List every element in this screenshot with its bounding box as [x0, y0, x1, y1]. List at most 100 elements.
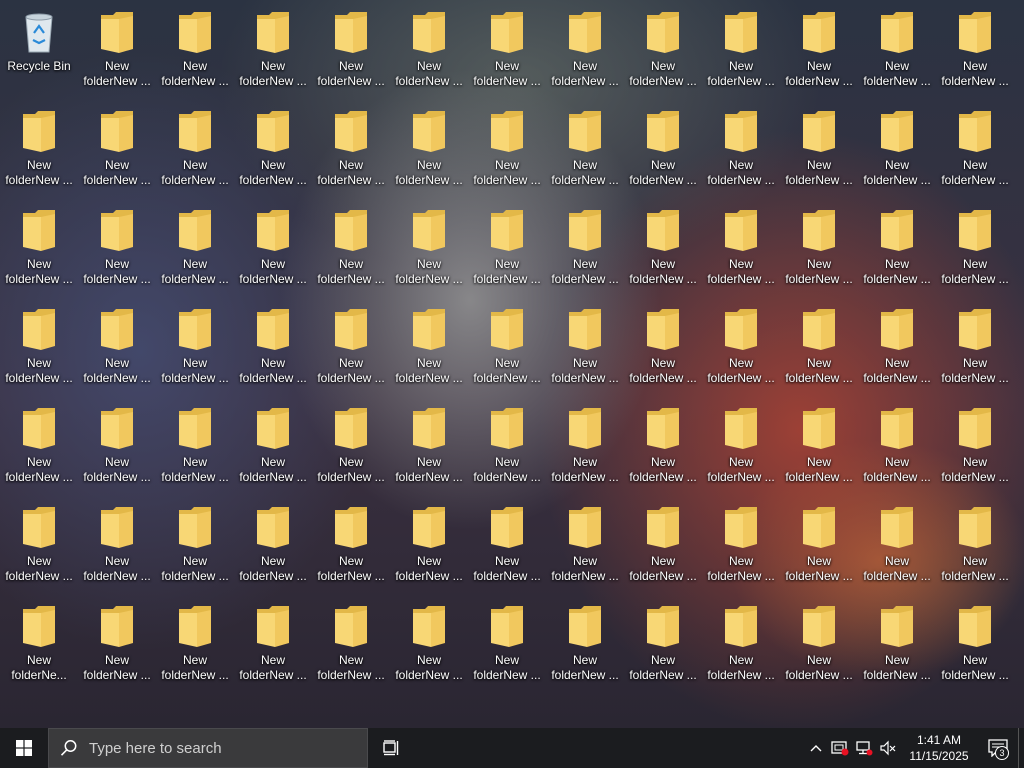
desktop-folder-icon[interactable]: New folderNew ... — [547, 498, 623, 594]
desktop-folder-icon[interactable]: New folderNew ... — [391, 498, 467, 594]
desktop-folder-icon[interactable]: New folderNew ... — [313, 597, 389, 693]
desktop-folder-icon[interactable]: New folderNew ... — [547, 399, 623, 495]
desktop-folder-icon[interactable]: New folderNew ... — [781, 102, 857, 198]
desktop-folder-icon[interactable]: New folderNew ... — [937, 300, 1013, 396]
desktop-folder-icon[interactable]: New folderNew ... — [859, 399, 935, 495]
desktop-folder-icon[interactable]: New folderNew ... — [157, 300, 233, 396]
tray-volume-button[interactable] — [876, 728, 900, 768]
desktop-folder-icon[interactable]: New folderNew ... — [625, 102, 701, 198]
desktop-folder-icon[interactable]: New folderNew ... — [313, 102, 389, 198]
desktop-folder-icon[interactable]: New folderNew ... — [469, 300, 545, 396]
desktop-folder-icon[interactable]: New folderNew ... — [625, 201, 701, 297]
desktop-folder-icon[interactable]: New folderNew ... — [703, 3, 779, 99]
desktop-folder-icon[interactable]: New folderNew ... — [157, 498, 233, 594]
desktop-folder-icon[interactable]: New folderNew ... — [859, 201, 935, 297]
desktop-folder-icon[interactable]: New folderNew ... — [79, 498, 155, 594]
desktop-folder-icon[interactable]: New folderNew ... — [625, 300, 701, 396]
desktop-folder-icon[interactable]: New folderNew ... — [703, 300, 779, 396]
taskbar-clock[interactable]: 1:41 AM 11/15/2025 — [900, 732, 978, 764]
desktop-folder-icon[interactable]: New folderNew ... — [703, 597, 779, 693]
desktop-folder-icon[interactable]: New folderNew ... — [625, 597, 701, 693]
desktop-folder-icon[interactable]: New folderNew ... — [79, 3, 155, 99]
desktop-folder-icon[interactable]: New folderNew ... — [625, 498, 701, 594]
desktop-folder-icon[interactable]: New folderNew ... — [937, 399, 1013, 495]
desktop-folder-icon[interactable]: New folderNew ... — [547, 3, 623, 99]
desktop-folder-icon[interactable]: New folderNew ... — [547, 597, 623, 693]
desktop-folder-icon[interactable]: New folderNew ... — [469, 498, 545, 594]
desktop-folder-icon[interactable]: New folderNew ... — [781, 201, 857, 297]
desktop-folder-icon[interactable]: New folderNew ... — [547, 102, 623, 198]
desktop-folder-icon[interactable]: New folderNew ... — [781, 498, 857, 594]
desktop-folder-icon[interactable]: New folderNew ... — [157, 597, 233, 693]
desktop-folder-icon[interactable]: New folderNew ... — [859, 300, 935, 396]
desktop-folder-icon[interactable]: New folderNew ... — [313, 201, 389, 297]
desktop-folder-icon[interactable]: New folderNew ... — [703, 102, 779, 198]
desktop-folder-icon[interactable]: New folderNew ... — [1, 102, 77, 198]
desktop-folder-icon[interactable]: New folderNew ... — [235, 102, 311, 198]
desktop-folder-icon[interactable]: New folderNew ... — [703, 201, 779, 297]
desktop-folder-icon[interactable]: New folderNew ... — [937, 498, 1013, 594]
desktop-folder-icon[interactable]: New folderNew ... — [781, 597, 857, 693]
desktop-folder-icon[interactable]: New folderNew ... — [781, 3, 857, 99]
desktop[interactable]: Recycle Bin New folderNew ... New folderNe… — [0, 0, 1024, 728]
desktop-folder-icon[interactable]: New folderNew ... — [937, 3, 1013, 99]
desktop-folder-icon[interactable]: New folderNew ... — [469, 597, 545, 693]
taskbar-search-box[interactable]: Type here to search — [48, 728, 368, 768]
action-center-button[interactable]: 3 — [978, 728, 1018, 768]
desktop-folder-icon[interactable]: New folderNew ... — [469, 201, 545, 297]
desktop-folder-icon[interactable]: New folderNew ... — [469, 102, 545, 198]
desktop-folder-icon[interactable]: New folderNew ... — [235, 399, 311, 495]
desktop-folder-icon[interactable]: New folderNew ... — [703, 399, 779, 495]
desktop-folder-icon[interactable]: New folderNew ... — [79, 201, 155, 297]
desktop-folder-icon[interactable]: New folderNew ... — [313, 399, 389, 495]
tray-network-button[interactable] — [852, 728, 876, 768]
desktop-folder-icon[interactable]: New folderNew ... — [157, 102, 233, 198]
show-hidden-icons-button[interactable] — [804, 728, 828, 768]
tray-security-button[interactable] — [828, 728, 852, 768]
desktop-folder-icon[interactable]: New folderNew ... — [1, 399, 77, 495]
desktop-folder-icon[interactable]: New folderNew ... — [547, 201, 623, 297]
start-button[interactable] — [0, 728, 48, 768]
desktop-folder-icon[interactable]: New folderNew ... — [469, 3, 545, 99]
desktop-folder-icon[interactable]: New folderNew ... — [1, 300, 77, 396]
desktop-folder-icon[interactable]: New folderNew ... — [937, 201, 1013, 297]
desktop-folder-icon[interactable]: New folderNew ... — [859, 597, 935, 693]
desktop-folder-icon[interactable]: New folderNew ... — [235, 597, 311, 693]
desktop-folder-icon[interactable]: New folderNew ... — [937, 597, 1013, 693]
desktop-folder-icon[interactable]: New folderNew ... — [79, 399, 155, 495]
desktop-folder-icon[interactable]: New folderNew ... — [859, 498, 935, 594]
desktop-folder-icon[interactable]: New folderNew ... — [313, 300, 389, 396]
desktop-folder-icon[interactable]: New folderNew ... — [79, 597, 155, 693]
desktop-folder-icon[interactable]: New folderNew ... — [469, 399, 545, 495]
desktop-folder-icon[interactable]: New folderNew ... — [625, 3, 701, 99]
desktop-folder-icon[interactable]: New folderNew ... — [1, 498, 77, 594]
desktop-folder-icon[interactable]: New folderNew ... — [781, 300, 857, 396]
desktop-folder-icon[interactable]: New folderNew ... — [625, 399, 701, 495]
desktop-folder-icon[interactable]: New folderNew ... — [235, 300, 311, 396]
desktop-folder-icon[interactable]: New folderNe... — [1, 597, 77, 693]
desktop-folder-icon[interactable]: New folderNew ... — [391, 300, 467, 396]
desktop-folder-icon[interactable]: New folderNew ... — [859, 102, 935, 198]
desktop-folder-icon[interactable]: New folderNew ... — [859, 3, 935, 99]
desktop-folder-icon[interactable]: New folderNew ... — [391, 597, 467, 693]
desktop-folder-icon[interactable]: New folderNew ... — [937, 102, 1013, 198]
desktop-folder-icon[interactable]: New folderNew ... — [781, 399, 857, 495]
desktop-folder-icon[interactable]: New folderNew ... — [79, 300, 155, 396]
desktop-folder-icon[interactable]: New folderNew ... — [235, 498, 311, 594]
desktop-folder-icon[interactable]: New folderNew ... — [391, 102, 467, 198]
desktop-folder-icon[interactable]: New folderNew ... — [157, 201, 233, 297]
desktop-folder-icon[interactable]: New folderNew ... — [313, 3, 389, 99]
desktop-folder-icon[interactable]: New folderNew ... — [157, 3, 233, 99]
recycle-bin-desktop-icon[interactable]: Recycle Bin — [1, 3, 77, 99]
desktop-folder-icon[interactable]: New folderNew ... — [79, 102, 155, 198]
show-desktop-button[interactable] — [1018, 728, 1024, 768]
desktop-folder-icon[interactable]: New folderNew ... — [157, 399, 233, 495]
desktop-folder-icon[interactable]: New folderNew ... — [391, 201, 467, 297]
desktop-folder-icon[interactable]: New folderNew ... — [391, 399, 467, 495]
task-view-button[interactable] — [368, 728, 416, 768]
desktop-folder-icon[interactable]: New folderNew ... — [235, 3, 311, 99]
desktop-folder-icon[interactable]: New folderNew ... — [547, 300, 623, 396]
desktop-folder-icon[interactable]: New folderNew ... — [1, 201, 77, 297]
desktop-folder-icon[interactable]: New folderNew ... — [391, 3, 467, 99]
desktop-folder-icon[interactable]: New folderNew ... — [235, 201, 311, 297]
